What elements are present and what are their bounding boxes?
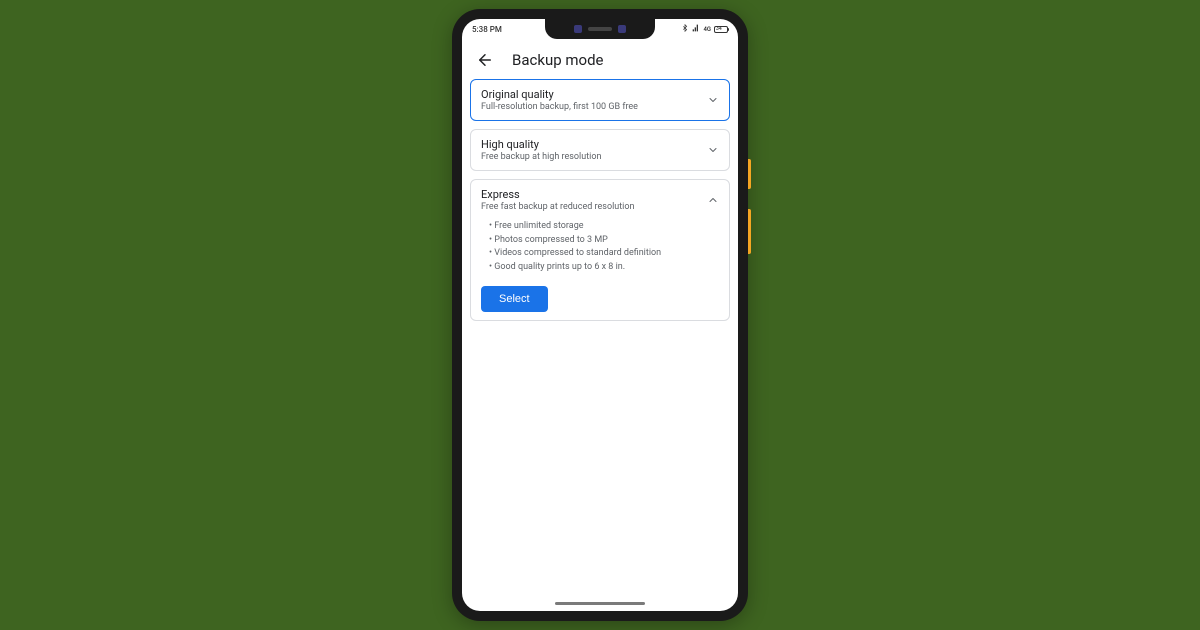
option-title: High quality [481,138,707,151]
signal-icon [692,24,700,34]
home-indicator[interactable] [555,602,645,605]
option-high-quality[interactable]: High quality Free backup at high resolut… [470,129,730,171]
option-title: Express [481,188,707,201]
back-arrow-icon[interactable] [476,51,494,69]
notch [545,19,655,39]
chevron-down-icon[interactable] [707,94,719,106]
option-title: Original quality [481,88,707,101]
select-button[interactable]: Select [481,286,548,312]
status-right: 4G [681,24,728,34]
option-subtitle: Free backup at high resolution [481,152,707,162]
option-details: Free unlimited storage Photos compressed… [481,220,719,312]
option-subtitle: Free fast backup at reduced resolution [481,202,707,212]
option-original-quality[interactable]: Original quality Full-resolution backup,… [470,79,730,121]
option-subtitle: Full-resolution backup, first 100 GB fre… [481,102,707,112]
status-time: 5:38 PM [472,25,502,34]
bluetooth-icon [681,24,689,34]
option-express[interactable]: Express Free fast backup at reduced reso… [470,179,730,321]
screen: 5:38 PM 4G Backup mode [462,19,738,611]
battery-icon [714,26,728,33]
detail-bullet: Good quality prints up to 6 x 8 in. [481,261,719,275]
phone-side-button [748,209,751,254]
detail-bullet: Videos compressed to standard definition [481,247,719,261]
page-title: Backup mode [512,51,604,69]
chevron-down-icon[interactable] [707,144,719,156]
phone-frame: 5:38 PM 4G Backup mode [452,9,748,621]
options-list: Original quality Full-resolution backup,… [462,79,738,321]
app-header: Backup mode [462,39,738,79]
detail-bullet: Photos compressed to 3 MP [481,234,719,248]
network-label: 4G [703,26,711,33]
detail-bullet: Free unlimited storage [481,220,719,234]
chevron-up-icon[interactable] [707,194,719,206]
phone-side-button [748,159,751,189]
